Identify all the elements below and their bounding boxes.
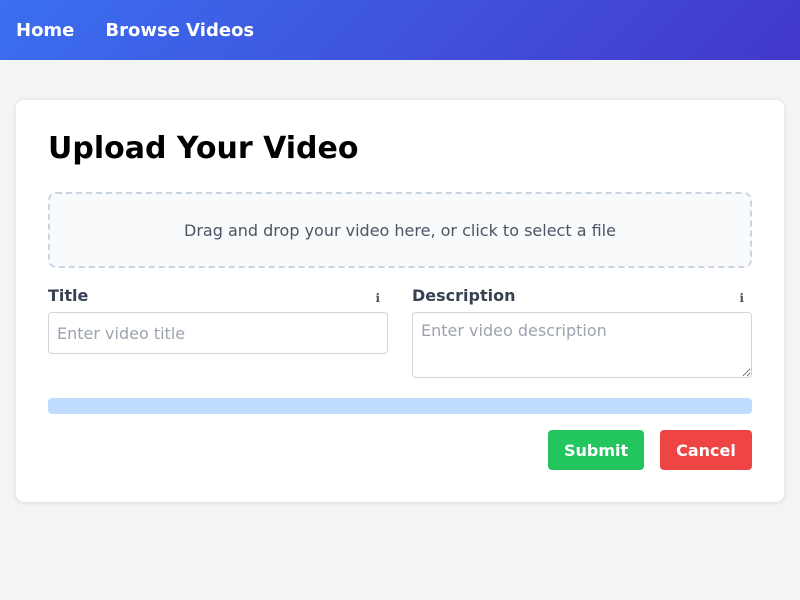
description-info-icon[interactable]: ℹ [739,291,744,305]
title-input[interactable] [48,312,388,354]
video-dropzone[interactable]: Drag and drop your video here, or click … [48,192,752,268]
dropzone-text: Drag and drop your video here, or click … [184,220,616,240]
nav-link-browse-videos[interactable]: Browse Videos [105,20,254,41]
form-actions: Submit Cancel [548,430,752,470]
form-fields: Title ℹ Description ℹ [48,284,752,378]
title-field-group: Title ℹ [48,284,388,378]
description-label: Description [412,285,516,305]
title-label: Title [48,285,89,305]
page-title: Upload Your Video [48,131,359,166]
description-field-group: Description ℹ [412,284,752,378]
top-navbar: Home Browse Videos [0,0,800,60]
description-textarea[interactable] [412,312,752,378]
nav-link-home[interactable]: Home [16,20,74,41]
title-field-header: Title ℹ [48,284,388,306]
submit-button[interactable]: Submit [548,430,644,470]
cancel-button[interactable]: Cancel [660,430,752,470]
title-info-icon[interactable]: ℹ [375,291,380,305]
description-field-header: Description ℹ [412,284,752,306]
upload-progress-bar [48,398,752,414]
upload-card: Upload Your Video Drag and drop your vid… [16,100,784,502]
